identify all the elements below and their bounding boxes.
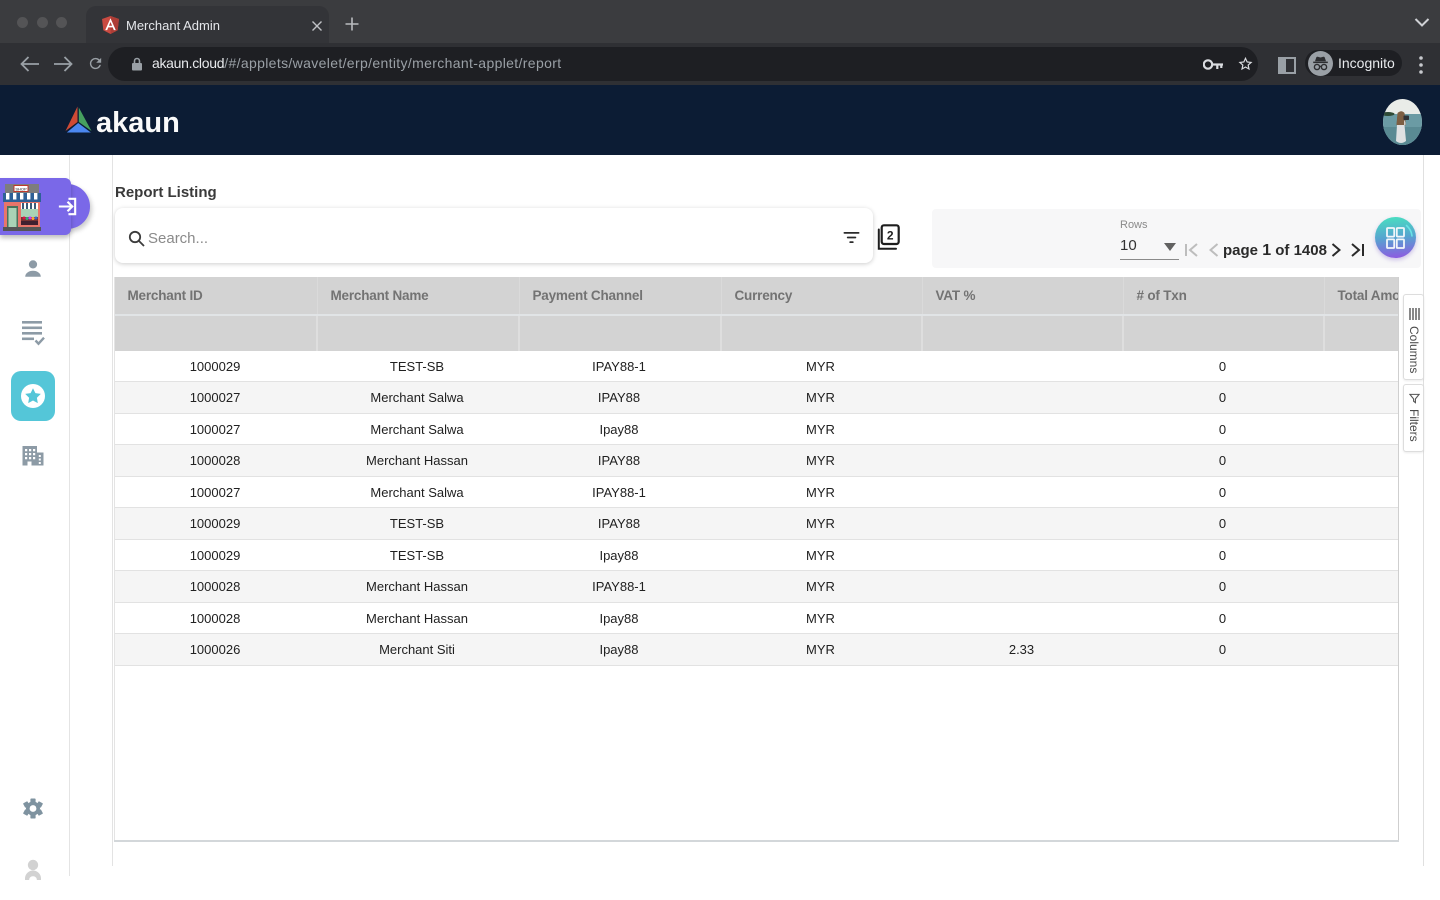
svg-text:2: 2 xyxy=(887,229,894,243)
svg-text:SHOP: SHOP xyxy=(15,187,27,192)
